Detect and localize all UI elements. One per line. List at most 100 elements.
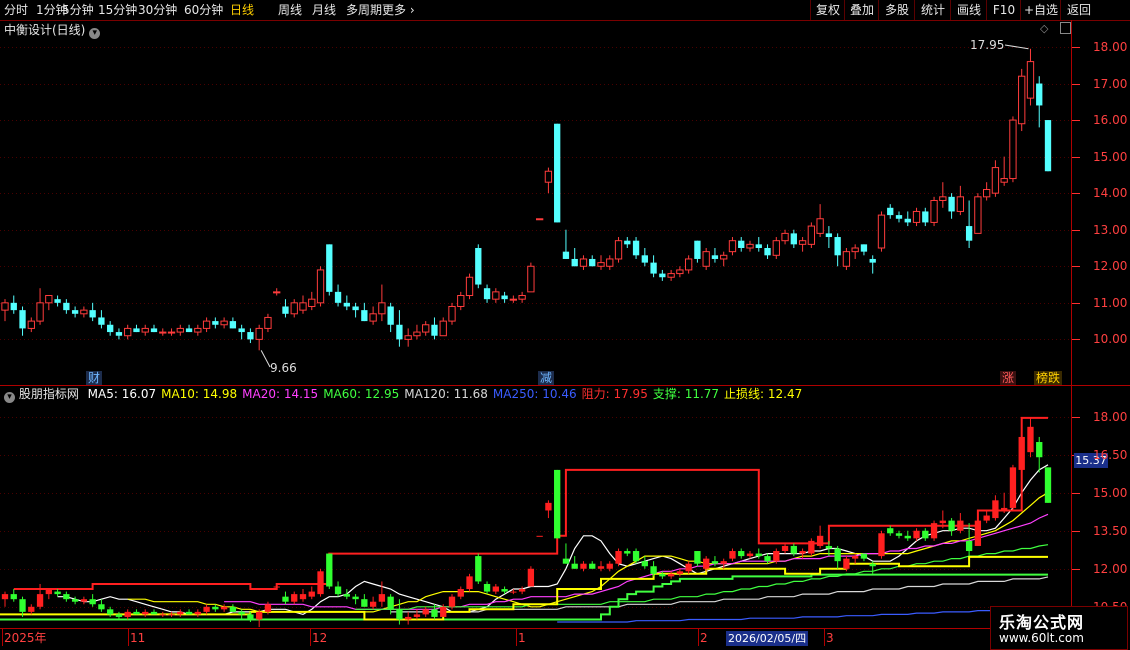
main-candle-body (448, 305, 456, 322)
ind-candle-body (168, 614, 175, 616)
price-tick: 17.00 (1093, 76, 1128, 91)
legend-item-5: MA250: 10.46 (493, 387, 577, 401)
ind-candle-body (764, 556, 771, 562)
main-candle-body (781, 232, 789, 242)
ind-candle-body (895, 533, 903, 536)
chevron-down-icon[interactable]: ▾ (4, 392, 15, 403)
main-candle-body (904, 218, 911, 223)
main-candle-body (492, 291, 500, 300)
ind-candle-body (554, 469, 561, 539)
time-label: 1 (518, 631, 526, 645)
legend-item-8: 止损线: 12.47 (724, 387, 802, 401)
main-candle-body (702, 251, 710, 267)
ind-candle-body (632, 551, 640, 562)
main-candle-body (535, 218, 544, 221)
legend-name: MA250: (492, 387, 539, 401)
legend-name: 阻力: (581, 387, 610, 401)
ind-candle-body (694, 551, 701, 564)
ma-legend: MA5: 16.07 MA10: 14.98 MA20: 14.15 MA60: 12… (83, 387, 803, 401)
price-tick: 12.00 (1093, 259, 1128, 274)
main-candle-body (475, 248, 482, 285)
panel-toggle-icon[interactable] (1060, 22, 1071, 34)
main-candle-body (150, 328, 158, 333)
main-candle-body (1026, 61, 1035, 99)
indicator-legend: ▾ 股朋指标网 MA5: 16.07 MA10: 14.98 MA20: 14.15… (4, 387, 802, 403)
ind-candle-body (185, 611, 193, 615)
ind-candle-body (562, 558, 570, 564)
main-candle-body (316, 269, 325, 304)
main-candle-body (1, 302, 9, 311)
main-candle-body (562, 251, 570, 259)
ind-candle-body (142, 611, 149, 615)
legend-value: 12.47 (764, 387, 803, 401)
main-candle-body (842, 251, 851, 267)
main-candle-body (606, 258, 614, 267)
ind-candle-body (510, 591, 517, 593)
ind-candle-body (63, 594, 70, 600)
ind-candle-body (124, 611, 131, 617)
main-candle-body (798, 240, 807, 245)
cursor-date: 2026/02/05/四 (726, 631, 809, 646)
main-candle-body (667, 273, 675, 278)
main-candle-body (185, 328, 193, 333)
ind-candle-body (492, 586, 499, 592)
legend-value: 11.68 (449, 387, 488, 401)
watermark-logo: 乐淘公式网 www.60lt.com (990, 606, 1128, 650)
main-candle-body (124, 327, 132, 337)
main-candle-body (772, 240, 780, 256)
legend-item-3: MA60: 12.95 (323, 387, 399, 401)
ind-candle-body (773, 551, 780, 562)
ind-candle-body (133, 611, 140, 615)
main-candle-body (597, 262, 605, 267)
main-candle-body (396, 324, 403, 340)
ind-candle-body (545, 502, 552, 511)
event-marker-jian[interactable]: 减 (538, 371, 554, 385)
ind-candle-body (755, 553, 762, 557)
main-candle-body (422, 324, 430, 333)
main-candle-body (404, 335, 412, 340)
ind-candle-body (28, 606, 35, 612)
ind-candle-body (518, 589, 526, 592)
price-tick: 13.00 (1093, 222, 1128, 237)
legend-item-7: 支撑: 11.77 (653, 387, 719, 401)
ind-candle-body (606, 563, 613, 569)
main-candle-body (167, 331, 176, 334)
main-candle-body (790, 233, 797, 245)
main-candle-body (624, 240, 631, 245)
ind-candle-body (352, 596, 359, 600)
chevron-down-icon[interactable]: ▾ (89, 28, 101, 39)
ind-candle-body (992, 500, 999, 519)
ind-candle-body (860, 553, 868, 559)
event-marker-zhang[interactable]: 涨 (1000, 371, 1016, 385)
main-candle-body (10, 302, 17, 311)
price-tick: 18.00 (1093, 39, 1128, 54)
event-marker-bangdie[interactable]: 榜跌 (1034, 371, 1062, 385)
series-MA5 (57, 464, 1049, 616)
main-candle-body (273, 291, 281, 294)
main-candle-body (431, 324, 438, 336)
ind-candle-body (457, 589, 464, 597)
main-candle-body (343, 302, 350, 307)
legend-value: 16.07 (117, 387, 157, 401)
main-candle-body (632, 240, 640, 256)
main-candle-body (895, 215, 903, 219)
main-candle-body (641, 255, 648, 263)
ind-candle-body (930, 523, 938, 539)
price-tick: 14.00 (1093, 186, 1128, 201)
ind-candle-body (527, 568, 535, 587)
main-candle-body (518, 295, 526, 300)
ind-candle-body (466, 576, 473, 590)
main-candle-body (27, 320, 35, 329)
time-label: 2 (700, 631, 708, 645)
event-marker-cai[interactable]: 财 (86, 371, 102, 385)
ind-candle-body (107, 609, 114, 615)
main-candle-body (1000, 178, 1008, 183)
main-candle-body (982, 189, 991, 198)
main-candle-body (80, 309, 88, 315)
diamond-icon[interactable]: ◇ (1040, 22, 1048, 36)
ind-candle-body (229, 606, 237, 612)
high-price-label: 17.95 (970, 38, 1005, 52)
main-chart-title: 中衡设计(日线) ▾ (4, 23, 101, 39)
ind-candle-body (273, 586, 280, 588)
ind-candle-body (405, 616, 412, 620)
